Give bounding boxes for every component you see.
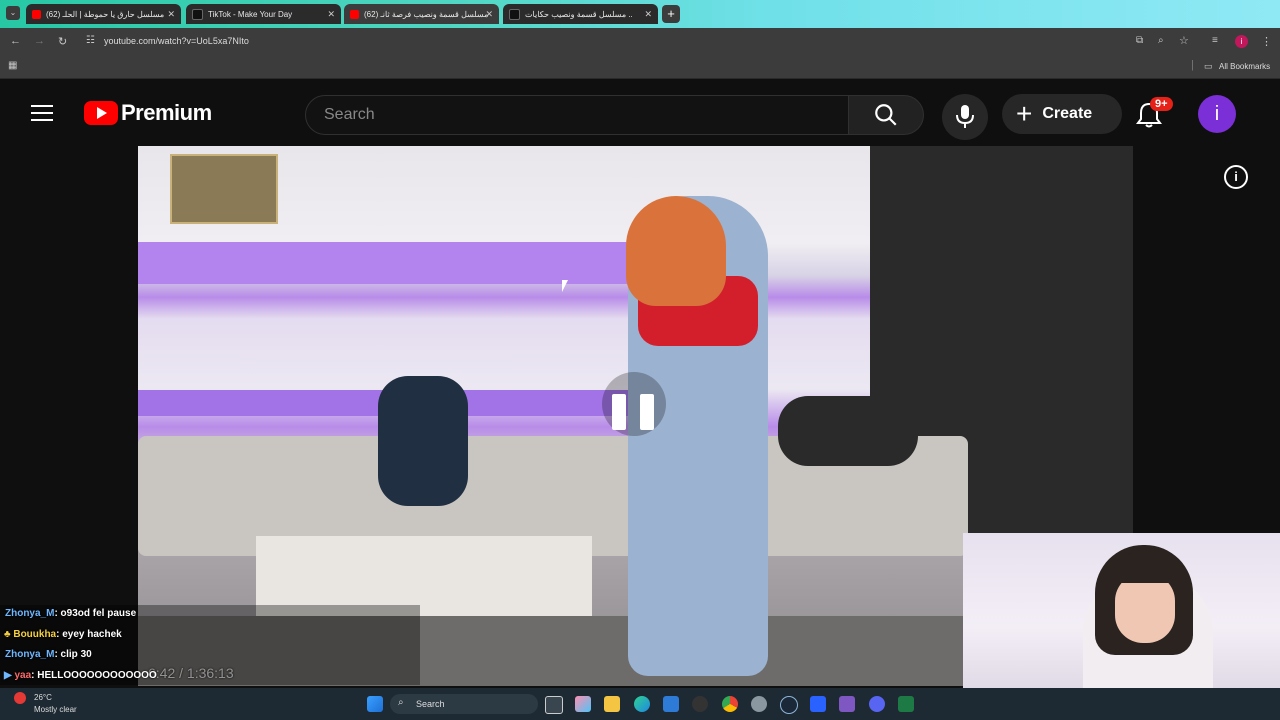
close-tab-icon[interactable]: ✕: [485, 9, 493, 20]
info-icon[interactable]: i: [1224, 165, 1248, 189]
close-tab-icon[interactable]: ✕: [644, 9, 652, 20]
logo-text: Premium: [121, 100, 212, 125]
chat-text: : eyey hachek: [56, 629, 122, 640]
bookmark-star-icon[interactable]: ☆: [1179, 34, 1189, 47]
chat-username: Zhonya_M: [5, 608, 55, 619]
copilot-icon[interactable]: [575, 696, 591, 712]
windows-start-icon[interactable]: [367, 696, 383, 712]
youtube-logo[interactable]: Premium: [84, 100, 212, 125]
search-button[interactable]: [848, 95, 924, 135]
bookmarks-divider: |: [1191, 59, 1194, 71]
tab-2[interactable]: TikTok - Make Your Day ✕: [186, 4, 341, 24]
tab-title: مسلسل حارق يا حموطة | الحلـ (62): [46, 9, 165, 19]
url-field[interactable]: youtube.com/watch?v=UoL5xa7NIto: [104, 36, 249, 46]
notifications-button[interactable]: 9+: [1132, 97, 1173, 137]
site-info-icon[interactable]: ☷: [86, 35, 95, 46]
all-bookmarks-link[interactable]: All Bookmarks: [1219, 62, 1270, 71]
tiktok-favicon-icon: [509, 8, 520, 20]
media-control-icon[interactable]: ≡: [1212, 35, 1218, 46]
edge-icon[interactable]: [634, 696, 650, 712]
taskbar-search-label: Search: [416, 699, 445, 709]
notification-badge: 9+: [1150, 97, 1173, 111]
chat-username: yaa: [14, 670, 32, 681]
steam-icon[interactable]: [780, 696, 798, 714]
stream-chat: Zhonya_M: o93od fel pause ♣ Bouukha: eye…: [0, 605, 420, 685]
tab-title: مسلسل قسمة ونصيب فرصة ثانـ (62): [364, 9, 489, 19]
tab-bar: ⌄ مسلسل حارق يا حموطة | الحلـ (62) ✕ Tik…: [0, 0, 1280, 28]
file-explorer-icon[interactable]: [604, 696, 620, 712]
chat-text: : o93od fel pause: [54, 608, 137, 619]
tab-4[interactable]: مسلسل قسمة ونصيب حكايات .. ✕: [503, 4, 658, 24]
chat-badge-icon: ▶: [4, 670, 12, 681]
account-avatar[interactable]: i: [1198, 95, 1236, 133]
forward-icon[interactable]: →: [34, 35, 45, 47]
close-tab-icon[interactable]: ✕: [327, 9, 335, 20]
chat-message: ▶ yaa: HELLOOOOOOOOOOOO: [0, 670, 420, 681]
chrome-icon[interactable]: [722, 696, 738, 712]
browser-menu-icon[interactable]: ⋮: [1261, 35, 1272, 48]
pause-indicator-icon[interactable]: [602, 372, 666, 436]
zoom-icon[interactable]: ⌕: [1158, 35, 1164, 46]
microphone-icon: [956, 105, 974, 128]
tab-title: مسلسل قسمة ونصيب حكايات ..: [525, 9, 633, 19]
reload-icon[interactable]: ↻: [58, 35, 67, 48]
youtube-play-logo-icon: [84, 101, 118, 125]
bookmarks-bar: ▦ | ▭ All Bookmarks: [0, 56, 1280, 79]
tab-title: TikTok - Make Your Day: [208, 9, 293, 19]
search-placeholder: Search: [324, 106, 375, 123]
app-icon[interactable]: [839, 696, 855, 712]
tab-3-active[interactable]: مسلسل قسمة ونصيب فرصة ثانـ (62) ✕: [344, 4, 499, 24]
create-label: Create: [1042, 105, 1093, 122]
youtube-favicon-icon: [32, 9, 41, 19]
chat-text: : clip 30: [54, 649, 92, 660]
back-icon[interactable]: ←: [10, 35, 21, 47]
folder-icon: ▭: [1204, 61, 1213, 71]
store-icon[interactable]: [663, 696, 679, 712]
taskbar-search[interactable]: ⌕ Search: [390, 694, 538, 714]
chat-text: : HELLOOOOOOOOOOOO: [31, 670, 157, 681]
plus-icon: +: [1016, 98, 1033, 129]
chat-message: Zhonya_M: clip 30: [0, 649, 420, 660]
search-icon: ⌕: [398, 697, 404, 708]
chat-username: Zhonya_M: [5, 649, 55, 660]
discord-icon[interactable]: [869, 696, 885, 712]
chat-message: ♣ Bouukha: eyey hachek: [0, 629, 420, 640]
youtube-favicon-icon: [350, 9, 359, 19]
chat-badge-icon: ♣: [4, 629, 11, 640]
profile-avatar[interactable]: i: [1235, 35, 1248, 48]
tab-1[interactable]: مسلسل حارق يا حموطة | الحلـ (62) ✕: [26, 4, 181, 24]
tiktok-favicon-icon: [192, 8, 203, 20]
voice-search-button[interactable]: [942, 94, 988, 140]
apps-grid-icon[interactable]: ▦: [8, 60, 17, 71]
chat-message: Zhonya_M: o93od fel pause: [0, 608, 420, 619]
hamburger-menu-icon[interactable]: [31, 105, 53, 121]
windows-taskbar: 26°C Mostly clear ⌕ Search: [0, 688, 1280, 720]
task-view-icon[interactable]: [545, 696, 563, 714]
chat-username: Bouukha: [13, 629, 57, 640]
weather-temp: 26°C: [34, 693, 52, 702]
mouse-cursor-icon: [562, 280, 574, 292]
app-icon[interactable]: [692, 696, 708, 712]
address-bar: ← → ↻ ☷ youtube.com/watch?v=UoL5xa7NIto …: [0, 28, 1280, 56]
excel-icon[interactable]: [898, 696, 914, 712]
new-tab-icon[interactable]: +: [662, 5, 680, 23]
install-icon[interactable]: ⧉: [1136, 35, 1143, 46]
search-icon: [875, 104, 897, 126]
settings-icon[interactable]: [751, 696, 767, 712]
app-icon[interactable]: [810, 696, 826, 712]
youtube-header: Premium Search + Create 9+ i: [0, 79, 1280, 147]
search-input[interactable]: Search: [305, 95, 849, 135]
create-button[interactable]: + Create: [1002, 94, 1122, 134]
weather-desc: Mostly clear: [34, 705, 77, 714]
close-tab-icon[interactable]: ✕: [167, 9, 175, 20]
tab-search-icon[interactable]: ⌄: [6, 6, 20, 20]
weather-icon[interactable]: [14, 692, 26, 704]
